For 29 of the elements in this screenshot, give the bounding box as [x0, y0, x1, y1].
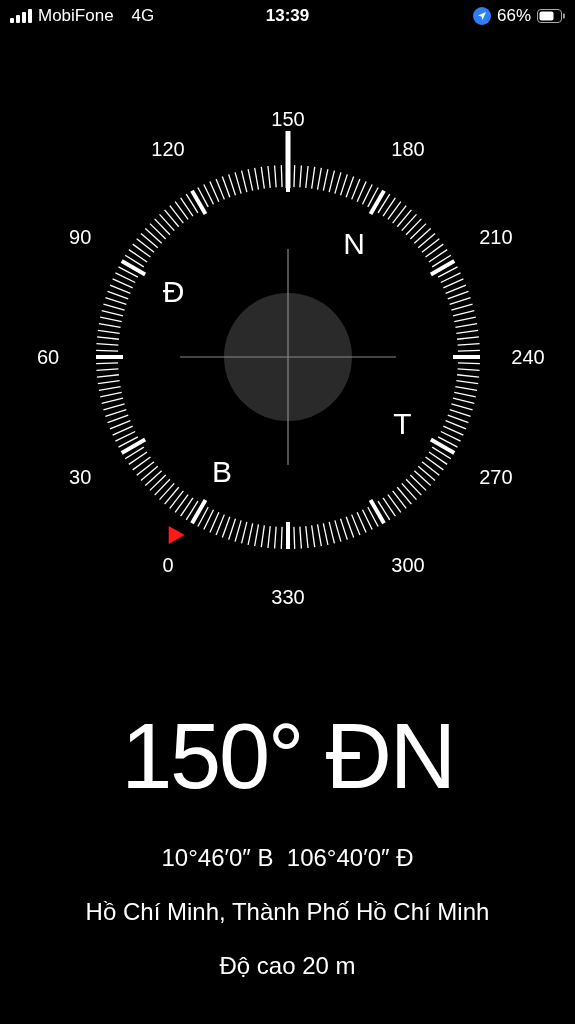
dial-label: 30 — [69, 466, 92, 488]
carrier-name: MobiFone — [38, 5, 114, 28]
dial-label: 60 — [36, 346, 60, 368]
cardinal-letter: Đ — [162, 275, 185, 308]
dial-label: 240 — [511, 346, 545, 368]
dial-label: 120 — [151, 138, 185, 161]
heading-indicator — [285, 131, 291, 188]
dial-label: 330 — [271, 586, 305, 608]
north-marker-icon — [168, 526, 185, 545]
dial-label: 210 — [479, 226, 513, 248]
dial-label: 300 — [391, 553, 425, 576]
location-name: Hồ Chí Minh, Thành Phố Hồ Chí Minh — [85, 897, 490, 927]
cardinal-letter: N — [343, 226, 365, 260]
network-type: 4G — [131, 5, 155, 28]
cardinal-letter: T — [393, 407, 412, 440]
dial-label: 0 — [162, 553, 174, 576]
dial-label: 150 — [271, 108, 305, 130]
coordinates: 10°46′0″ B 106°40′0″ Đ — [161, 843, 414, 873]
heading-reading: 150° ĐN — [121, 710, 454, 802]
location-icon — [472, 7, 491, 25]
battery-percent: 66% — [496, 5, 531, 28]
signal-icon — [10, 9, 32, 23]
cardinal-letter: B — [212, 455, 232, 489]
dial-label: 90 — [69, 226, 92, 248]
dial-label: 270 — [479, 466, 513, 488]
dial-label: 180 — [391, 138, 425, 161]
battery-icon — [537, 9, 565, 23]
clock: 13:39 — [265, 5, 310, 28]
altitude: Độ cao 20 m — [219, 951, 356, 981]
